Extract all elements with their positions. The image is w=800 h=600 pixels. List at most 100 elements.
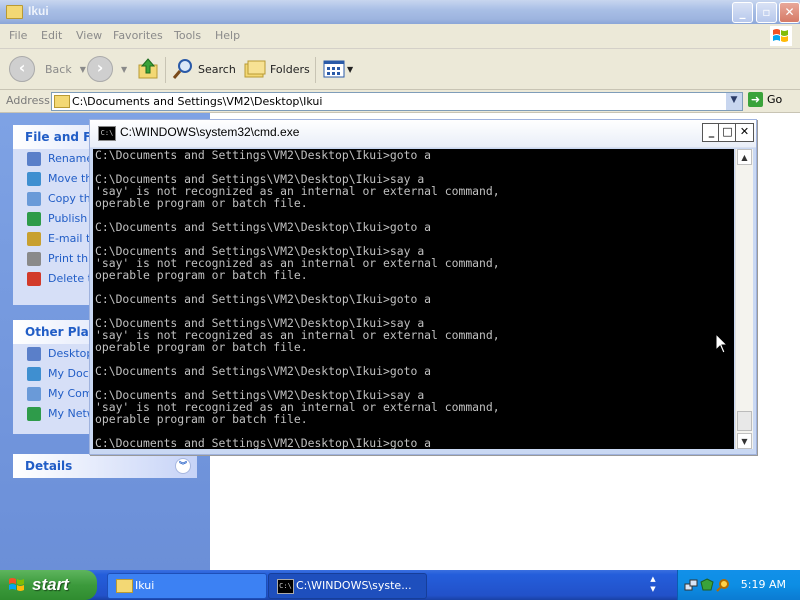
- search-icon: [172, 59, 192, 79]
- task-link-label: Print this: [48, 252, 93, 265]
- forward-arrow-icon: ›: [87, 56, 113, 82]
- folder-icon: [54, 95, 70, 108]
- folders-icon: [244, 60, 266, 78]
- task-link-label: My Comp: [48, 387, 93, 400]
- console-line: operable program or batch file.: [95, 340, 308, 354]
- taskbar: start Ikui C:\ C:\WINDOWS\syste... ▲ ▼ 5:…: [0, 570, 800, 600]
- cmd-window: C:\ C:\WINDOWS\system32\cmd.exe _ □ ✕ C:…: [89, 119, 757, 455]
- windows-logo-icon: [9, 578, 24, 591]
- desktop-icon: [27, 347, 41, 361]
- taskbar-item-cmd[interactable]: C:\ C:\WINDOWS\syste...: [268, 573, 427, 599]
- vertical-scrollbar[interactable]: ▲ ▼: [735, 149, 753, 449]
- delete-icon: [27, 272, 41, 286]
- address-bar: Address C:\Documents and Settings\VM2\De…: [0, 90, 800, 113]
- back-button[interactable]: ‹ Back ▼: [9, 55, 86, 83]
- taskbar-item-label: C:\WINDOWS\syste...: [296, 579, 412, 592]
- menu-edit[interactable]: Edit: [41, 29, 62, 42]
- task-link-label: My Docu: [48, 367, 93, 380]
- task-link-label: Move th: [48, 172, 93, 185]
- address-dropdown-button[interactable]: ▼: [726, 93, 742, 110]
- console-icon: C:\: [98, 126, 116, 141]
- up-folder-icon: [138, 58, 158, 79]
- email-icon: [27, 232, 41, 246]
- address-label: Address: [6, 94, 50, 107]
- go-button[interactable]: ➜ Go: [748, 92, 782, 107]
- taskbar-item-explorer[interactable]: Ikui: [107, 573, 267, 599]
- back-arrow-icon: ‹: [9, 56, 35, 82]
- search-button[interactable]: Search: [172, 55, 236, 83]
- taskbar-scroll-arrows-icon[interactable]: ▲ ▼: [648, 574, 658, 596]
- details-header[interactable]: Details ︾: [13, 454, 197, 478]
- task-link-label: My Netw: [48, 407, 93, 420]
- cmd-title: C:\WINDOWS\system32\cmd.exe: [120, 125, 300, 139]
- search-tray-icon[interactable]: [716, 578, 730, 592]
- network-icon[interactable]: [684, 578, 698, 592]
- menu-favorites[interactable]: Favorites: [113, 29, 163, 42]
- views-button[interactable]: ▼: [323, 55, 353, 83]
- explorer-title: Ikui: [28, 4, 49, 18]
- console-line: operable program or batch file.: [95, 196, 308, 210]
- console-output[interactable]: C:\Documents and Settings\VM2\Desktop\Ik…: [93, 149, 734, 449]
- folders-label: Folders: [270, 62, 310, 76]
- menu-bar: File Edit View Favorites Tools Help: [0, 24, 800, 49]
- my-computer-icon: [27, 387, 41, 401]
- minimize-button[interactable]: _: [732, 2, 753, 23]
- console-line: operable program or batch file.: [95, 268, 308, 282]
- back-label: Back: [45, 62, 72, 76]
- console-line: C:\Documents and Settings\VM2\Desktop\Ik…: [95, 436, 432, 449]
- views-icon: [323, 60, 345, 78]
- task-link-label: Copy thi: [48, 192, 93, 205]
- mouse-cursor-icon: [715, 333, 729, 354]
- windows-logo-icon: [770, 26, 792, 46]
- go-arrow-icon: ➜: [748, 92, 763, 107]
- task-link-label: Desktop: [48, 347, 93, 360]
- task-link-label: E-mail th: [48, 232, 93, 245]
- copy-icon: [27, 192, 41, 206]
- forward-button[interactable]: › ▼: [87, 55, 127, 83]
- address-value: C:\Documents and Settings\VM2\Desktop\Ik…: [72, 95, 323, 108]
- move-icon: [27, 172, 41, 186]
- console-line: C:\Documents and Settings\VM2\Desktop\Ik…: [95, 220, 432, 234]
- menu-file[interactable]: File: [9, 29, 27, 42]
- search-label: Search: [198, 62, 236, 76]
- address-input[interactable]: C:\Documents and Settings\VM2\Desktop\Ik…: [51, 92, 743, 111]
- details-panel: Details ︾: [13, 454, 197, 478]
- scroll-down-arrow-icon[interactable]: ▼: [737, 433, 752, 449]
- forward-dropdown-icon[interactable]: ▼: [121, 65, 127, 74]
- scroll-thumb[interactable]: [737, 411, 752, 431]
- console-line: C:\Documents and Settings\VM2\Desktop\Ik…: [95, 364, 432, 378]
- start-label: start: [32, 575, 69, 594]
- scroll-up-arrow-icon[interactable]: ▲: [737, 149, 752, 165]
- task-link-label: Delete th: [48, 272, 93, 285]
- toolbar: ‹ Back ▼ › ▼ Search Folders ▼: [0, 49, 800, 90]
- my-documents-icon: [27, 367, 41, 381]
- menu-tools[interactable]: Tools: [174, 29, 201, 42]
- panel-title: Details: [25, 459, 73, 473]
- folder-icon: [6, 5, 23, 19]
- folders-button[interactable]: Folders: [243, 55, 310, 83]
- console-icon: C:\: [277, 579, 294, 594]
- expand-chevron-icon[interactable]: ︾: [175, 458, 191, 474]
- restore-button[interactable]: ▫: [756, 2, 777, 23]
- cmd-close-button[interactable]: ✕: [735, 123, 754, 142]
- security-icon[interactable]: [700, 578, 714, 592]
- start-button[interactable]: start: [0, 570, 97, 600]
- cmd-titlebar[interactable]: C:\ C:\WINDOWS\system32\cmd.exe _ □ ✕: [90, 120, 756, 148]
- console-line: C:\Documents and Settings\VM2\Desktop\Ik…: [95, 292, 432, 306]
- up-folder-button[interactable]: [136, 55, 160, 83]
- task-link-label: Rename: [48, 152, 93, 165]
- folder-icon: [116, 579, 133, 593]
- back-dropdown-icon[interactable]: ▼: [80, 65, 86, 74]
- toolbar-separator: [315, 57, 316, 83]
- menu-view[interactable]: View: [76, 29, 102, 42]
- clock[interactable]: 5:19 AM: [741, 578, 786, 591]
- go-label: Go: [767, 93, 783, 106]
- menu-help[interactable]: Help: [215, 29, 240, 42]
- views-dropdown-icon: ▼: [347, 64, 354, 74]
- system-tray: 5:19 AM: [677, 570, 800, 600]
- print-icon: [27, 252, 41, 266]
- my-network-icon: [27, 407, 41, 421]
- close-button[interactable]: ✕: [779, 2, 800, 23]
- taskbar-item-label: Ikui: [135, 579, 155, 592]
- explorer-titlebar[interactable]: Ikui _ ▫ ✕: [0, 0, 800, 24]
